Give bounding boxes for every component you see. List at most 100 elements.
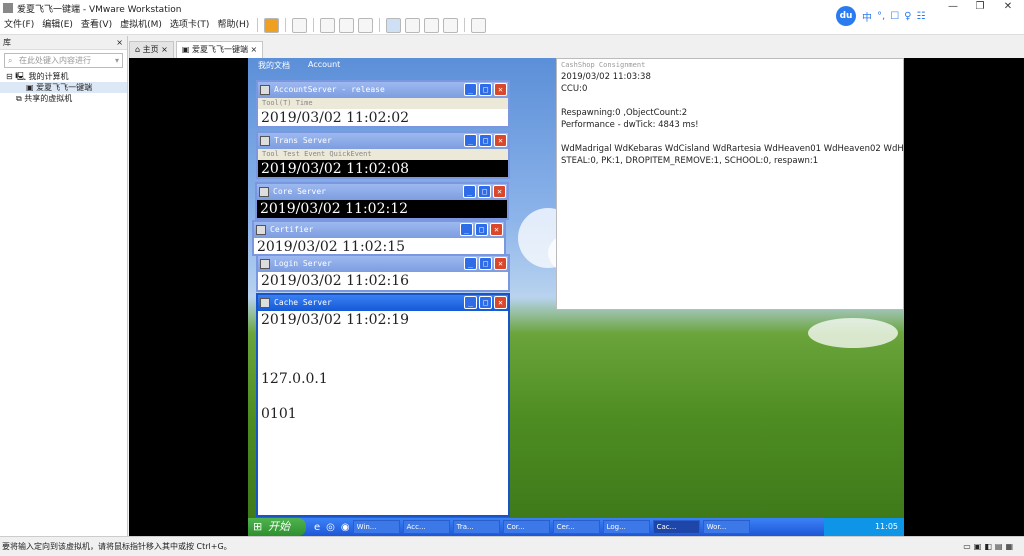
close-button[interactable]: ✕ <box>494 296 507 309</box>
close-button[interactable]: ✕ <box>494 134 507 147</box>
tab-close-icon[interactable]: × <box>161 45 168 54</box>
app-icon <box>260 259 270 269</box>
login-server-window[interactable]: Login Server _ □ ✕ 2019/03/02 11:02:16 <box>256 254 510 292</box>
ie-icon[interactable]: e <box>314 522 320 533</box>
minimize-button[interactable]: _ <box>460 223 473 236</box>
unity-icon[interactable] <box>443 17 459 33</box>
snapshot-icon[interactable] <box>320 17 336 33</box>
account-server-window[interactable]: AccountServer - release _ □ ✕ Tool(T) Time… <box>256 80 510 128</box>
library-header: 库 × <box>0 36 127 50</box>
chevron-down-icon[interactable]: ▾ <box>115 54 119 67</box>
maximize-button[interactable]: □ <box>479 83 492 96</box>
close-button[interactable]: ✕ <box>494 257 507 270</box>
console-view-icon[interactable] <box>471 17 487 33</box>
status-bar: 要将输入定向到该虚拟机，请将鼠标指针移入其中或按 Ctrl+G。 ▭▣◧▤▦ <box>0 536 1024 556</box>
taskbar-button[interactable]: Acc... <box>402 520 450 534</box>
taskbar-button[interactable]: Tra... <box>452 520 500 534</box>
library-pane: 库 × ⌕ 在此处键入内容进行 ▾ ⊟ 🖳 我的计算机 ▣ 爱夏飞飞一键端 ⧉ … <box>0 36 128 536</box>
ime-user-icon[interactable]: ♀ <box>904 11 911 22</box>
tab-vm[interactable]: ▣ 爱夏飞飞一键端 × <box>175 41 264 58</box>
server-time: 2019/03/02 11:02:16 <box>261 273 410 289</box>
window-title: 爱夏飞飞一键端 - VMware Workstation <box>17 4 182 15</box>
log-line: WdMadrigal WdKebaras WdCisland WdRartesi… <box>561 144 904 154</box>
menu-bar[interactable]: CashShop Consignment <box>561 59 899 71</box>
log-line: CCU:0 <box>561 84 588 94</box>
trans-server-window[interactable]: Trans Server _ □ ✕ Tool Test Event QuickEv… <box>256 131 510 179</box>
taskbar-button[interactable]: Cer... <box>552 520 600 534</box>
app-icon <box>260 136 270 146</box>
menu-vm[interactable]: 虚拟机(M) <box>116 16 166 35</box>
maximize-button[interactable]: □ <box>479 296 492 309</box>
taskbar-button[interactable]: Cor... <box>502 520 550 534</box>
ime-lang[interactable]: 中 <box>862 9 872 24</box>
close-button[interactable]: ✕ <box>494 83 507 96</box>
maximize-button[interactable]: □ <box>475 223 488 236</box>
menu-view[interactable]: 查看(V) <box>77 16 116 35</box>
server-time: 2019/03/02 11:02:08 <box>258 160 508 177</box>
tab-bar: ⌂ 主页 × ▣ 爱夏飞飞一键端 × <box>129 40 1024 58</box>
server-time: 2019/03/02 11:02:19 <box>261 312 410 328</box>
menu-bar[interactable]: Tool Test Event QuickEvent <box>258 149 508 160</box>
taskbar-button[interactable]: Win... <box>352 520 400 534</box>
explorer-icon[interactable]: ◎ <box>326 522 335 533</box>
close-button[interactable]: ✕ <box>493 185 506 198</box>
ime-toolbar: du 中 °, ☐ ♀ ☷ <box>836 6 972 26</box>
maximize-button[interactable]: □ <box>479 257 492 270</box>
revert-snapshot-icon[interactable] <box>339 17 355 33</box>
start-button[interactable]: ⊞ 开始 <box>248 518 306 536</box>
fullscreen-icon[interactable] <box>424 17 440 33</box>
menu-tabs[interactable]: 选项卡(T) <box>166 16 214 35</box>
minimize-button[interactable]: _ <box>464 134 477 147</box>
separator-line: ________________________________________… <box>261 352 508 364</box>
library-search-input[interactable]: ⌕ 在此处键入内容进行 ▾ <box>4 53 123 68</box>
close-button[interactable]: ✕ <box>490 223 503 236</box>
chrome-icon[interactable]: ◉ <box>341 522 350 533</box>
thumbnail-bar-icon[interactable] <box>405 17 421 33</box>
tree-my-computer[interactable]: ⊟ 🖳 我的计算机 <box>0 71 127 82</box>
taskbar-button[interactable]: Cac... <box>652 520 700 534</box>
log-line: STEAL:0, PK:1, DROPITEM_REMOVE:1, SCHOOL… <box>561 156 819 166</box>
server-ip: 127.0.0.1 <box>261 371 328 387</box>
clock[interactable]: 11:05 <box>875 522 898 531</box>
app-icon <box>260 298 270 308</box>
cache-server-window[interactable]: Cache Server _ □ ✕ 2019/03/02 11:02:19 ___… <box>256 293 510 517</box>
certifier-window[interactable]: Certifier _ □ ✕ 2019/03/02 11:02:15 <box>252 220 506 256</box>
menu-bar[interactable]: Tool(T) Time <box>258 98 508 109</box>
tab-close-icon[interactable]: × <box>251 45 258 54</box>
snapshot-manager-icon[interactable] <box>358 17 374 33</box>
minimize-button[interactable]: _ <box>463 185 476 198</box>
maximize-button[interactable]: □ <box>478 185 491 198</box>
baidu-ime-logo[interactable]: du <box>836 6 856 26</box>
library-close-icon[interactable]: × <box>116 36 123 50</box>
ime-punct[interactable]: °, <box>877 11 885 22</box>
minimize-button[interactable]: _ <box>464 296 477 309</box>
desktop-icon-account[interactable]: Account <box>308 60 340 69</box>
world-server-window[interactable]: CashShop Consignment 2019/03/02 11:03:38… <box>556 58 904 310</box>
menu-edit[interactable]: 编辑(E) <box>38 16 77 35</box>
send-keys-icon[interactable] <box>292 17 308 33</box>
log-line: Respawning:0 ,ObjectCount:2 <box>561 108 688 118</box>
close-button[interactable]: ✕ <box>994 0 1022 14</box>
minimize-button[interactable]: _ <box>464 257 477 270</box>
system-tray: 11:05 <box>824 518 904 536</box>
menu-help[interactable]: 帮助(H) <box>213 16 253 35</box>
menu-file[interactable]: 文件(F) <box>0 16 38 35</box>
ime-menu-icon[interactable]: ☷ <box>916 11 925 22</box>
taskbar-button[interactable]: Log... <box>602 520 650 534</box>
pause-icon[interactable] <box>264 17 280 33</box>
taskbar-button[interactable]: Wor... <box>702 520 750 534</box>
tree-shared-vms[interactable]: ⧉ 共享的虚拟机 <box>0 93 127 104</box>
maximize-button[interactable]: □ <box>479 134 492 147</box>
vm-icon: ▣ <box>26 83 34 92</box>
ime-skin-icon[interactable]: ☐ <box>890 11 899 22</box>
tree-vm-item[interactable]: ▣ 爱夏飞飞一键端 <box>0 82 127 93</box>
desktop-icon-documents[interactable]: 我的文档 <box>258 60 290 71</box>
show-library-icon[interactable] <box>386 17 402 33</box>
windows-logo-icon: ⊞ <box>253 520 263 533</box>
device-icons[interactable]: ▭▣◧▤▦ <box>963 537 1016 556</box>
core-server-window[interactable]: Core Server _ □ ✕ 2019/03/02 11:02:12 <box>255 182 509 220</box>
tab-home[interactable]: ⌂ 主页 × <box>129 41 174 58</box>
minimize-button[interactable]: _ <box>464 83 477 96</box>
library-tree: ⊟ 🖳 我的计算机 ▣ 爱夏飞飞一键端 ⧉ 共享的虚拟机 <box>0 71 127 104</box>
